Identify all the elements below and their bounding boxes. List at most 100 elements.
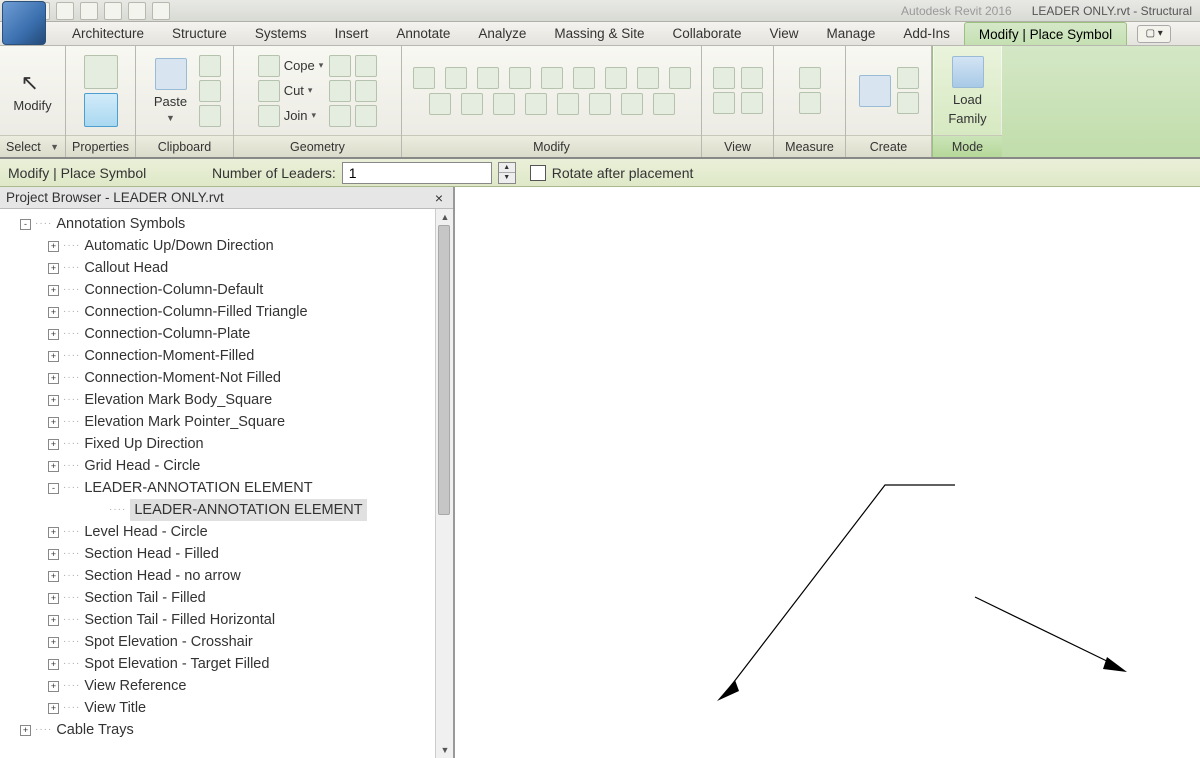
tab-modify-place-symbol[interactable]: Modify | Place Symbol bbox=[964, 22, 1127, 45]
scale-icon[interactable] bbox=[557, 93, 579, 115]
dropdown-icon[interactable]: ▼ bbox=[50, 142, 59, 152]
mirror-axis-icon[interactable] bbox=[477, 67, 499, 89]
expand-icon[interactable]: + bbox=[48, 285, 59, 296]
split-gap-icon[interactable] bbox=[573, 67, 595, 89]
qat-icon[interactable] bbox=[56, 2, 74, 20]
trim-single-icon[interactable] bbox=[493, 93, 515, 115]
cope-button[interactable]: Cope▾ bbox=[258, 55, 324, 77]
tree-item[interactable]: +····Section Head - Filled bbox=[4, 543, 453, 565]
expand-icon[interactable]: + bbox=[48, 593, 59, 604]
expand-icon[interactable]: + bbox=[48, 395, 59, 406]
view-icon[interactable] bbox=[741, 67, 763, 89]
expand-icon[interactable]: + bbox=[20, 725, 31, 736]
leaders-spinner[interactable]: ▲▼ bbox=[498, 162, 516, 184]
cut-button[interactable]: Cut▾ bbox=[258, 80, 313, 102]
unpin-icon[interactable] bbox=[621, 93, 643, 115]
rotate-icon[interactable] bbox=[429, 93, 451, 115]
geom-icon[interactable] bbox=[355, 80, 377, 102]
expand-icon[interactable]: + bbox=[48, 461, 59, 472]
number-of-leaders-input[interactable] bbox=[342, 162, 492, 184]
tree-item[interactable]: +····Connection-Moment-Filled bbox=[4, 345, 453, 367]
array-icon[interactable] bbox=[605, 67, 627, 89]
copy-icon[interactable] bbox=[669, 67, 691, 89]
tree-item[interactable]: +····Section Tail - Filled bbox=[4, 587, 453, 609]
scrollbar[interactable]: ▲ ▼ bbox=[435, 209, 453, 758]
tab-annotate[interactable]: Annotate bbox=[382, 22, 464, 45]
application-menu-button[interactable] bbox=[2, 1, 46, 45]
tab-structure[interactable]: Structure bbox=[158, 22, 241, 45]
drawing-canvas[interactable] bbox=[455, 187, 1200, 758]
expand-icon[interactable]: + bbox=[48, 351, 59, 362]
ribbon-collapse-toggle[interactable]: ▢ ▾ bbox=[1137, 25, 1171, 43]
expand-icon[interactable]: + bbox=[48, 307, 59, 318]
tab-manage[interactable]: Manage bbox=[813, 22, 890, 45]
expand-icon[interactable]: + bbox=[48, 681, 59, 692]
view-icon[interactable] bbox=[713, 67, 735, 89]
tree-item[interactable]: +····Callout Head bbox=[4, 257, 453, 279]
tree-item[interactable]: +····Connection-Column-Filled Triangle bbox=[4, 301, 453, 323]
expand-icon[interactable]: + bbox=[48, 659, 59, 670]
mirror-draw-icon[interactable] bbox=[509, 67, 531, 89]
expand-icon[interactable]: + bbox=[48, 241, 59, 252]
tree-item[interactable]: +····Connection-Moment-Not Filled bbox=[4, 367, 453, 389]
split-icon[interactable] bbox=[541, 67, 563, 89]
tree-item[interactable]: +····Section Tail - Filled Horizontal bbox=[4, 609, 453, 631]
tree-item[interactable]: +····Elevation Mark Body_Square bbox=[4, 389, 453, 411]
create-icon[interactable] bbox=[897, 67, 919, 89]
tree-item[interactable]: +····Elevation Mark Pointer_Square bbox=[4, 411, 453, 433]
expand-icon[interactable]: + bbox=[48, 439, 59, 450]
tree-item[interactable]: +····View Reference bbox=[4, 675, 453, 697]
trim-multi-icon[interactable] bbox=[525, 93, 547, 115]
qat-icon[interactable] bbox=[152, 2, 170, 20]
properties-icon[interactable] bbox=[84, 55, 118, 89]
tree-item[interactable]: +····Automatic Up/Down Direction bbox=[4, 235, 453, 257]
tab-insert[interactable]: Insert bbox=[321, 22, 383, 45]
expand-icon[interactable]: + bbox=[48, 373, 59, 384]
tree-item[interactable]: +····Spot Elevation - Crosshair bbox=[4, 631, 453, 653]
join-button[interactable]: Join▾ bbox=[258, 105, 316, 127]
close-icon[interactable]: × bbox=[431, 190, 447, 206]
scroll-thumb[interactable] bbox=[438, 225, 450, 515]
tree-item-selected[interactable]: ····LEADER-ANNOTATION ELEMENT bbox=[4, 499, 453, 521]
qat-icon[interactable] bbox=[104, 2, 122, 20]
expand-icon[interactable]: + bbox=[48, 417, 59, 428]
create-icon[interactable] bbox=[897, 92, 919, 114]
expand-icon[interactable]: + bbox=[48, 703, 59, 714]
tree-item[interactable]: +····Connection-Column-Default bbox=[4, 279, 453, 301]
spin-up-icon[interactable]: ▲ bbox=[499, 163, 515, 174]
qat-icon[interactable] bbox=[80, 2, 98, 20]
expand-icon[interactable]: + bbox=[48, 637, 59, 648]
tree-item[interactable]: +····Fixed Up Direction bbox=[4, 433, 453, 455]
scroll-down-icon[interactable]: ▼ bbox=[436, 742, 453, 758]
geom-icon[interactable] bbox=[329, 105, 351, 127]
expand-icon[interactable]: - bbox=[20, 219, 31, 230]
pin-icon[interactable] bbox=[589, 93, 611, 115]
tree-category[interactable]: +····Cable Trays bbox=[4, 719, 453, 741]
type-properties-icon[interactable] bbox=[84, 93, 118, 127]
tree-item[interactable]: +····Grid Head - Circle bbox=[4, 455, 453, 477]
tree-item[interactable]: +····Section Head - no arrow bbox=[4, 565, 453, 587]
tree-category-annotation-symbols[interactable]: -····Annotation Symbols bbox=[4, 213, 453, 235]
spin-down-icon[interactable]: ▼ bbox=[499, 173, 515, 183]
view-icon[interactable] bbox=[713, 92, 735, 114]
tab-collaborate[interactable]: Collaborate bbox=[658, 22, 755, 45]
view-icon[interactable] bbox=[741, 92, 763, 114]
geom-icon[interactable] bbox=[355, 55, 377, 77]
expand-icon[interactable]: + bbox=[48, 549, 59, 560]
geom-icon[interactable] bbox=[329, 55, 351, 77]
expand-icon[interactable]: - bbox=[48, 483, 59, 494]
move-icon[interactable] bbox=[637, 67, 659, 89]
align-icon[interactable] bbox=[413, 67, 435, 89]
tab-massing-site[interactable]: Massing & Site bbox=[540, 22, 658, 45]
tab-analyze[interactable]: Analyze bbox=[464, 22, 540, 45]
trim-extend-icon[interactable] bbox=[461, 93, 483, 115]
tab-view[interactable]: View bbox=[756, 22, 813, 45]
measure-icon[interactable] bbox=[799, 92, 821, 114]
expand-icon[interactable]: + bbox=[48, 329, 59, 340]
expand-icon[interactable]: + bbox=[48, 263, 59, 274]
tree-item[interactable]: -····LEADER-ANNOTATION ELEMENT bbox=[4, 477, 453, 499]
tab-systems[interactable]: Systems bbox=[241, 22, 321, 45]
create-icon[interactable] bbox=[859, 75, 891, 107]
tab-addins[interactable]: Add-Ins bbox=[889, 22, 964, 45]
modify-tool-button[interactable]: ↖ Modify bbox=[7, 64, 57, 117]
